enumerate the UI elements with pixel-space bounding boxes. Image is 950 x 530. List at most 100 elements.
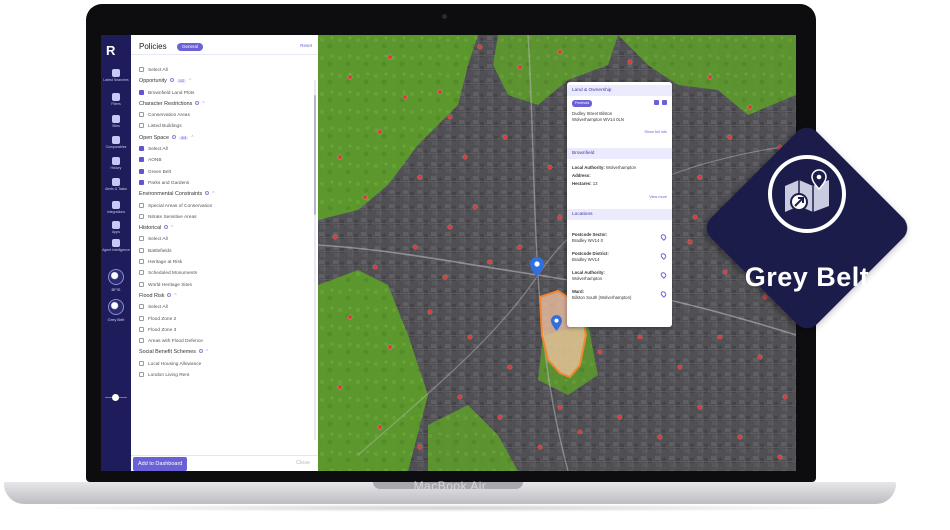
- site-marker[interactable]: [478, 45, 482, 49]
- checkbox[interactable]: [139, 89, 144, 95]
- site-marker[interactable]: [378, 425, 382, 429]
- site-marker[interactable]: [783, 395, 787, 399]
- checkbox[interactable]: [139, 202, 144, 208]
- share-icon[interactable]: [662, 100, 667, 105]
- site-marker[interactable]: [738, 435, 742, 439]
- info-icon[interactable]: [198, 349, 203, 354]
- zoom-slider-handle[interactable]: [112, 394, 119, 401]
- close-link[interactable]: Close: [296, 460, 310, 466]
- location-pin-icon[interactable]: [530, 257, 544, 277]
- policy-checkbox-row[interactable]: World Heritage Sites: [139, 281, 309, 293]
- site-marker[interactable]: [558, 215, 562, 219]
- site-marker[interactable]: [558, 405, 562, 409]
- map-pin-icon[interactable]: [659, 271, 668, 279]
- checkbox[interactable]: [139, 213, 144, 219]
- site-marker[interactable]: [348, 75, 352, 79]
- policy-checkbox-row[interactable]: Heritage at Risk: [139, 259, 309, 270]
- policy-checkbox-row[interactable]: Select All: [139, 67, 309, 78]
- checkbox[interactable]: [139, 259, 144, 265]
- checkbox[interactable]: [139, 168, 144, 174]
- info-icon[interactable]: [171, 134, 176, 139]
- policy-checkbox-row[interactable]: Special Areas of Conservation: [139, 202, 309, 214]
- policy-checkbox-row[interactable]: Select All: [139, 304, 309, 315]
- site-marker[interactable]: [373, 265, 377, 269]
- policy-checkbox-row[interactable]: Conservation Areas: [139, 112, 309, 123]
- checkbox[interactable]: [139, 236, 144, 242]
- checkbox[interactable]: [139, 123, 144, 129]
- site-marker[interactable]: [658, 435, 662, 439]
- chevron-icon[interactable]: ⌃: [190, 135, 194, 141]
- nav-item-agent-intelligence[interactable]: Agent Intelligence: [101, 239, 131, 252]
- site-marker[interactable]: [338, 385, 342, 389]
- policy-checkbox-row[interactable]: Nitrate Sensitive Areas: [139, 213, 309, 225]
- policy-group[interactable]: Character Restrictions ⌃: [139, 100, 309, 112]
- site-marker[interactable]: [758, 355, 762, 359]
- site-marker[interactable]: [458, 395, 462, 399]
- map-pin-icon[interactable]: [659, 233, 668, 241]
- view-more-link[interactable]: View more: [649, 195, 667, 199]
- site-marker[interactable]: [548, 165, 552, 169]
- site-marker[interactable]: [503, 135, 507, 139]
- policy-checkbox-row[interactable]: Select All: [139, 236, 309, 247]
- policy-checkbox-row[interactable]: Local Housing Allowance: [139, 360, 309, 372]
- site-marker[interactable]: [468, 335, 472, 339]
- chevron-icon[interactable]: ⌃: [211, 191, 215, 197]
- policy-checkbox-row[interactable]: Flood Zone 2: [139, 315, 309, 327]
- site-marker[interactable]: [418, 175, 422, 179]
- site-marker[interactable]: [778, 455, 782, 459]
- site-marker[interactable]: [413, 245, 417, 249]
- chevron-icon[interactable]: ⌃: [205, 349, 209, 355]
- policy-checkbox-row[interactable]: London Living Rent: [139, 372, 309, 383]
- site-marker[interactable]: [518, 245, 522, 249]
- site-marker[interactable]: [418, 445, 422, 449]
- site-marker[interactable]: [638, 335, 642, 339]
- checkbox[interactable]: [139, 338, 144, 344]
- policy-checkbox-row[interactable]: Areas with Flood Defence: [139, 338, 309, 349]
- site-marker[interactable]: [428, 310, 432, 314]
- policy-checkbox-row[interactable]: AONB: [139, 157, 309, 168]
- checkbox[interactable]: [139, 360, 144, 366]
- site-marker[interactable]: [708, 75, 712, 79]
- info-icon[interactable]: [164, 225, 169, 230]
- nav-item-sites[interactable]: Sites: [101, 115, 131, 128]
- info-icon[interactable]: [195, 100, 200, 105]
- checkbox[interactable]: [139, 372, 144, 378]
- site-marker[interactable]: [463, 155, 467, 159]
- site-marker[interactable]: [348, 315, 352, 319]
- checkbox[interactable]: [139, 112, 144, 118]
- site-marker[interactable]: [378, 130, 382, 134]
- checkbox[interactable]: [139, 157, 144, 163]
- chevron-icon[interactable]: ⌃: [173, 293, 177, 299]
- site-marker[interactable]: [538, 445, 542, 449]
- policy-checkbox-row[interactable]: Parks and Gardens: [139, 179, 309, 191]
- policy-group[interactable]: Flood Risk ⌃: [139, 292, 309, 304]
- bfis-avatar[interactable]: [108, 269, 124, 285]
- nav-item-apps[interactable]: Apps: [101, 221, 131, 234]
- checkbox[interactable]: [139, 247, 144, 253]
- policy-checkbox-row[interactable]: Battlefields: [139, 247, 309, 259]
- chevron-icon[interactable]: ⌃: [188, 78, 192, 84]
- checkbox[interactable]: [139, 146, 144, 152]
- site-marker[interactable]: [618, 415, 622, 419]
- site-marker[interactable]: [748, 105, 752, 109]
- policy-group[interactable]: Social Benefit Schemes ⌃: [139, 349, 309, 360]
- site-marker[interactable]: [338, 155, 342, 159]
- policy-checkbox-row[interactable]: Brownfield Land Plots: [139, 89, 309, 101]
- site-marker[interactable]: [388, 55, 392, 59]
- policy-group[interactable]: Historical ⌃: [139, 225, 309, 236]
- site-marker[interactable]: [508, 365, 512, 369]
- site-marker[interactable]: [628, 60, 632, 64]
- map-pin-icon[interactable]: [659, 290, 668, 298]
- info-icon[interactable]: [167, 292, 172, 297]
- checkbox[interactable]: [139, 315, 144, 321]
- general-pill[interactable]: General: [177, 43, 204, 51]
- policy-checkbox-row[interactable]: Green Belt: [139, 168, 309, 180]
- site-marker[interactable]: [473, 205, 477, 209]
- policy-checkbox-row[interactable]: Select All: [139, 146, 309, 157]
- site-pin-icon[interactable]: [551, 315, 562, 331]
- nav-item-integrations[interactable]: Integrations: [101, 201, 131, 214]
- policy-checkbox-row[interactable]: Flood Zone 3: [139, 326, 309, 338]
- checkbox[interactable]: [139, 67, 144, 72]
- nav-item-latest-searches[interactable]: Latest Searches: [101, 69, 131, 82]
- site-marker[interactable]: [488, 260, 492, 264]
